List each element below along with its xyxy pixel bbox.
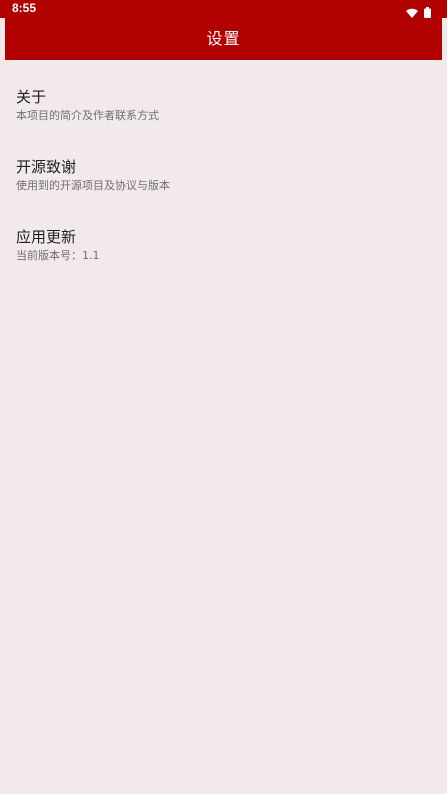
settings-item-subtitle: 本项目的简介及作者联系方式 <box>16 109 159 122</box>
app-bar: 设置 <box>5 18 442 60</box>
settings-item-about[interactable]: 关于 本项目的简介及作者联系方式 <box>16 88 416 123</box>
settings-item-app-update[interactable]: 应用更新 当前版本号：1.1 <box>16 228 416 263</box>
page-title: 设置 <box>206 29 241 48</box>
settings-item-title: 关于 <box>16 88 47 106</box>
status-bar: 8:55 <box>0 0 447 18</box>
settings-item-subtitle: 当前版本号：1.1 <box>16 249 100 262</box>
settings-item-subtitle: 使用到的开源项目及协议与版本 <box>16 179 170 192</box>
status-time: 8:55 <box>12 1 37 15</box>
settings-item-open-source-credits[interactable]: 开源致谢 使用到的开源项目及协议与版本 <box>16 158 416 193</box>
settings-screen: 8:55 设置 关于 本项目的简介及作者联系方式 开源致谢 使用到的开源项目及协… <box>0 0 447 794</box>
settings-item-title: 开源致谢 <box>16 158 77 176</box>
settings-item-title: 应用更新 <box>16 228 77 246</box>
